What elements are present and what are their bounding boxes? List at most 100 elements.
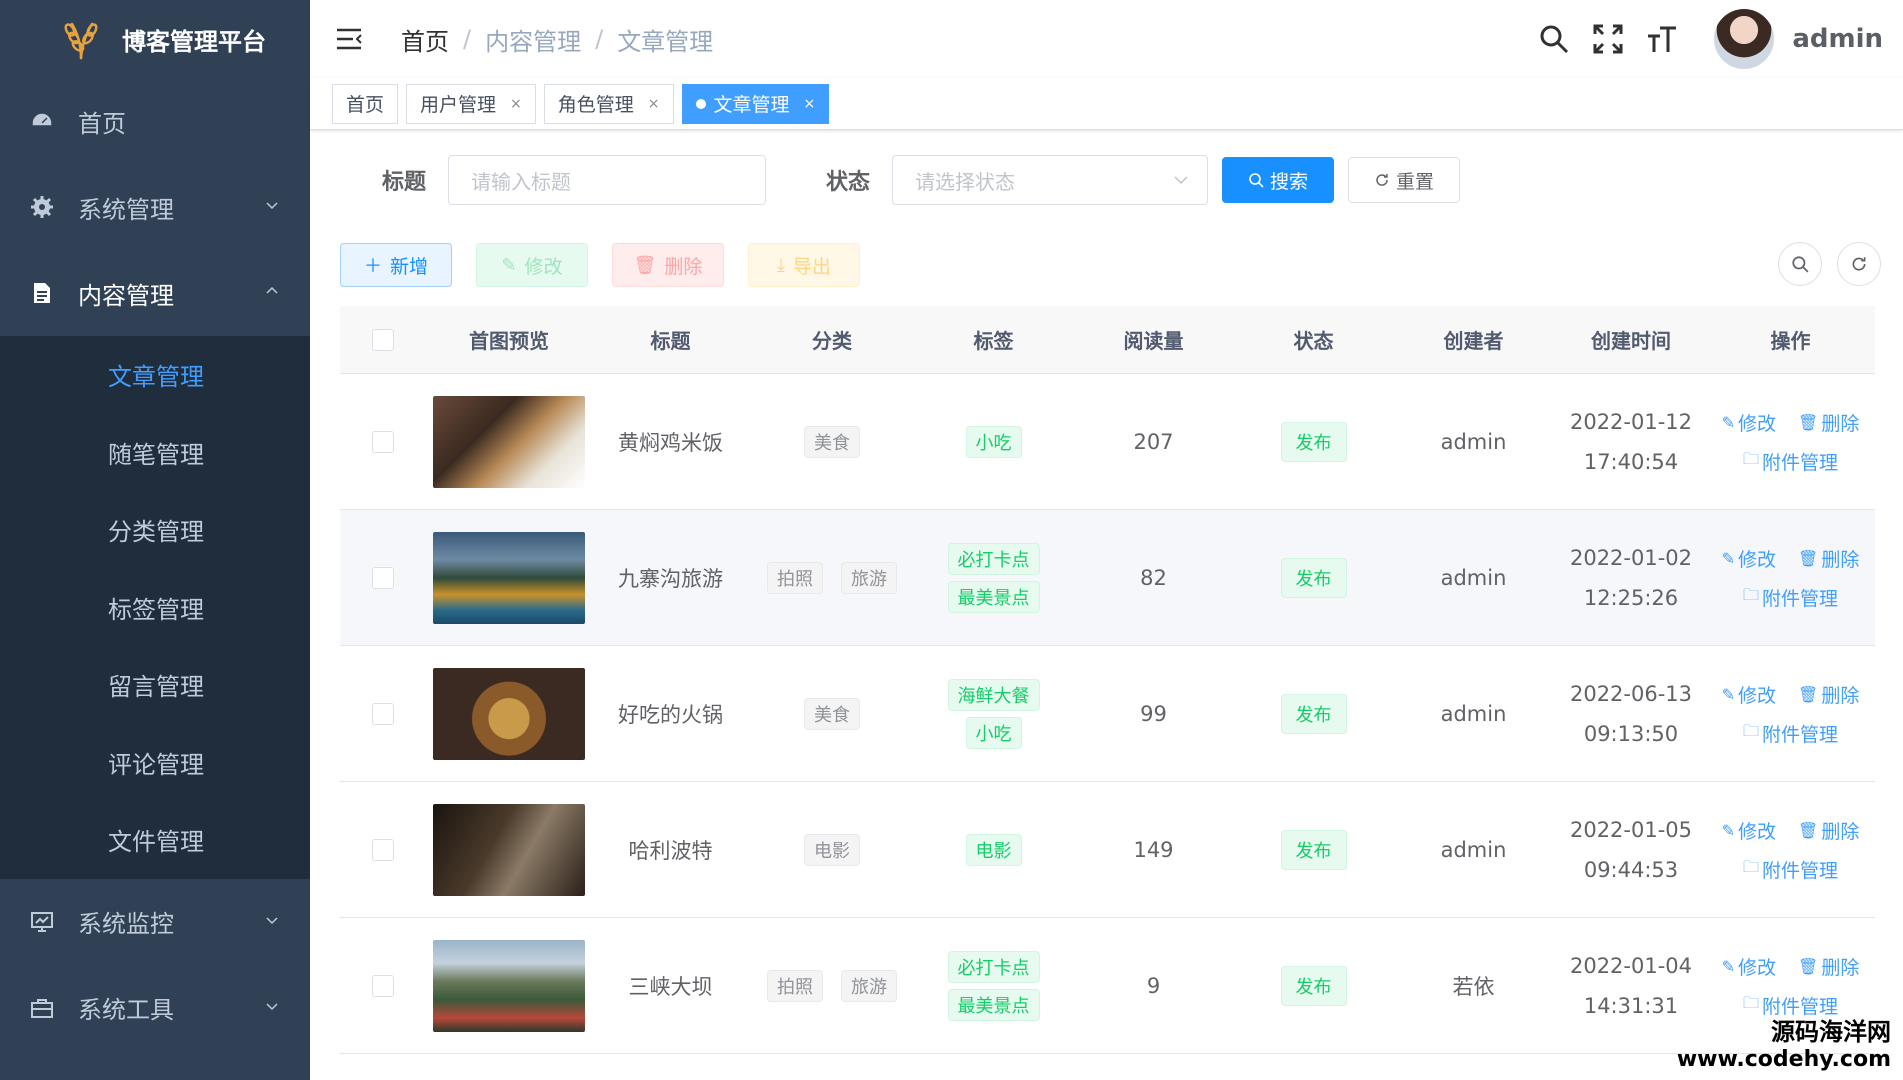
row-attachment-link[interactable]: 🗀 附件管理	[1743, 720, 1838, 747]
creator: admin	[1440, 701, 1507, 726]
tags-view: 首页 用户管理 × 角色管理 × 文章管理 ×	[310, 78, 1903, 130]
row-edit-label: 修改	[1738, 684, 1777, 707]
refresh-button[interactable]	[1837, 242, 1881, 286]
table-row[interactable]: 好吃的火锅 美食 海鲜大餐 小吃 99 发布 admin 2022-06-13 09…	[340, 646, 1875, 782]
close-icon[interactable]: ×	[804, 96, 816, 112]
chevron-up-icon	[266, 286, 278, 294]
row-attachment-link[interactable]: 🗀 附件管理	[1743, 584, 1838, 611]
search-button-label: 搜索	[1270, 170, 1309, 193]
search-button[interactable]: 搜索	[1222, 157, 1335, 203]
row-attachment-label: 附件管理	[1762, 451, 1839, 474]
cover-image[interactable]	[433, 667, 585, 760]
read-count: 207	[1133, 429, 1174, 454]
delete-button[interactable]: 🗑 删除	[612, 243, 724, 287]
username[interactable]: admin	[1792, 24, 1883, 54]
close-icon[interactable]: ×	[648, 96, 660, 112]
close-icon[interactable]: ×	[510, 96, 522, 112]
sidebar-item-system[interactable]: 系统管理	[0, 164, 310, 250]
cover-image[interactable]	[433, 803, 585, 896]
sidebar-subitem-categories[interactable]: 分类管理	[0, 491, 310, 569]
category-tag: 美食	[804, 425, 860, 458]
row-edit-link[interactable]: ✎ 修改	[1722, 817, 1776, 844]
read-count: 99	[1140, 701, 1167, 726]
row-attachment-link[interactable]: 🗀 附件管理	[1743, 448, 1838, 475]
sidebar-subitem-articles[interactable]: 文章管理	[0, 336, 310, 414]
row-edit-link[interactable]: ✎ 修改	[1722, 953, 1776, 980]
select-all-checkbox[interactable]	[371, 328, 394, 351]
cover-image[interactable]	[433, 395, 585, 488]
category-tag: 美食	[804, 697, 860, 730]
title-placeholder: 请输入标题	[471, 169, 572, 194]
sidebar-item-label: 系统工具	[78, 996, 174, 1024]
toggle-search-button[interactable]	[1778, 242, 1822, 286]
row-checkbox[interactable]	[371, 702, 394, 725]
table-row[interactable]: 三峡大坝 拍照 旅游 必打卡点 最美景点 9 发布 若依 2022-01-04 14:…	[340, 918, 1875, 1054]
row-edit-link[interactable]: ✎ 修改	[1722, 409, 1776, 436]
article-title: 黄焖鸡米饭	[618, 430, 723, 455]
search-form: 标题 请输入标题 状态 请选择状态 搜索 重置	[340, 130, 1875, 230]
sidebar-subitem-tags[interactable]: 标签管理	[0, 569, 310, 647]
hamburger-icon[interactable]	[335, 25, 363, 53]
sidebar-item-tools[interactable]: 系统工具	[0, 965, 310, 1051]
tab-home[interactable]: 首页	[332, 83, 399, 124]
trash-icon: 🗑	[1798, 956, 1819, 976]
dashboard-icon	[28, 107, 56, 135]
sidebar-subitem-files[interactable]: 文件管理	[0, 801, 310, 879]
row-delete-link[interactable]: 🗑 删除	[1798, 545, 1859, 572]
fullscreen-icon[interactable]	[1592, 23, 1624, 55]
row-checkbox[interactable]	[371, 838, 394, 861]
add-button[interactable]: ＋ 新增	[340, 243, 452, 287]
row-edit-link[interactable]: ✎ 修改	[1722, 681, 1776, 708]
table-row[interactable]: 黄焖鸡米饭 美食 小吃 207 发布 admin 2022-01-12 17:40…	[340, 374, 1875, 510]
tab-users[interactable]: 用户管理 ×	[406, 83, 536, 124]
edit-icon: ✎	[1721, 412, 1736, 432]
tab-articles[interactable]: 文章管理 ×	[681, 83, 830, 124]
creator: 若依	[1452, 974, 1495, 999]
export-button[interactable]: ⤓ 导出	[748, 243, 860, 287]
creator: admin	[1440, 837, 1507, 862]
cover-image[interactable]	[433, 531, 585, 624]
row-delete-link[interactable]: 🗑 删除	[1798, 953, 1859, 980]
breadcrumb-home[interactable]: 首页	[401, 22, 449, 57]
read-count: 9	[1146, 973, 1161, 998]
refresh-icon	[1376, 174, 1388, 186]
reset-button[interactable]: 重置	[1348, 157, 1461, 203]
table-row[interactable]: 九寨沟旅游 拍照 旅游 必打卡点 最美景点 82 发布 admin 2022-01-…	[340, 510, 1875, 646]
cover-image[interactable]	[433, 939, 585, 1032]
trash-icon: 🗑	[1798, 684, 1819, 704]
row-edit-label: 修改	[1738, 956, 1777, 979]
table-row[interactable]: 哈利波特 电影 电影 149 发布 admin 2022-01-05 09:44:…	[340, 782, 1875, 918]
search-icon[interactable]	[1538, 23, 1570, 55]
sidebar-subitem-comments[interactable]: 评论管理	[0, 724, 310, 802]
font-size-icon[interactable]	[1646, 23, 1678, 55]
row-delete-link[interactable]: 🗑 删除	[1798, 409, 1859, 436]
article-title: 三峡大坝	[628, 974, 713, 999]
tab-roles[interactable]: 角色管理 ×	[543, 83, 674, 124]
row-delete-link[interactable]: 🗑 删除	[1798, 817, 1859, 844]
sidebar-subitem-essays[interactable]: 随笔管理	[0, 414, 310, 492]
created-time: 14:31:31	[1583, 993, 1679, 1018]
download-icon: ⤓	[777, 254, 785, 276]
row-attachment-link[interactable]: 🗀 附件管理	[1743, 856, 1838, 883]
edit-icon: ✎	[1721, 956, 1736, 976]
row-edit-link[interactable]: ✎ 修改	[1722, 545, 1776, 572]
logo[interactable]: 博客管理平台	[0, 0, 310, 78]
edit-button-label: 修改	[524, 255, 563, 278]
search-icon	[1249, 173, 1264, 188]
title-input[interactable]: 请输入标题	[448, 155, 767, 205]
sidebar-item-label: 系统管理	[78, 195, 174, 224]
row-checkbox[interactable]	[371, 566, 394, 589]
row-checkbox[interactable]	[371, 430, 394, 453]
sidebar-subitem-messages[interactable]: 留言管理	[0, 646, 310, 724]
row-delete-link[interactable]: 🗑 删除	[1798, 681, 1859, 708]
status-select[interactable]: 请选择状态	[892, 155, 1209, 205]
sidebar-item-content[interactable]: 内容管理	[0, 250, 310, 336]
edit-button[interactable]: ✎ 修改	[476, 243, 588, 287]
avatar[interactable]	[1714, 9, 1775, 69]
folder-icon: 🗀	[1742, 584, 1759, 604]
row-checkbox[interactable]	[371, 974, 394, 997]
sidebar-item-home[interactable]: 首页	[0, 78, 310, 164]
search-icon	[1792, 256, 1809, 273]
chevron-down-icon	[266, 916, 278, 924]
sidebar-item-monitor[interactable]: 系统监控	[0, 879, 310, 965]
